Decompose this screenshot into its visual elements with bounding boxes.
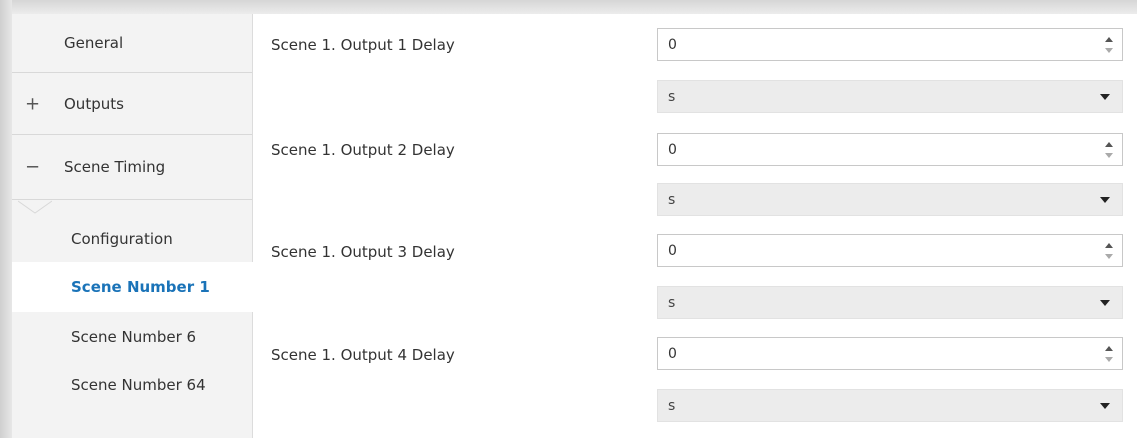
chevron-down-icon — [1100, 300, 1110, 306]
delay-value: 0 — [668, 345, 677, 362]
sidebar-item-scene-timing[interactable]: − Scene Timing — [12, 135, 252, 200]
row-label: Scene 1. Output 2 Delay — [271, 141, 455, 159]
spinner-icon[interactable] — [1104, 240, 1114, 262]
unit-select[interactable]: s — [657, 389, 1123, 422]
delay-input[interactable]: 0 — [657, 28, 1123, 61]
collapse-icon[interactable]: − — [25, 157, 40, 178]
unit-value: s — [668, 397, 676, 414]
sidebar-subitem-scene-number-6[interactable]: Scene Number 6 — [12, 312, 252, 362]
delay-value: 0 — [668, 141, 677, 158]
submenu-notch-icon — [18, 200, 52, 214]
sidebar: General + Outputs − Scene Timing Configu… — [12, 14, 253, 438]
row-label: Scene 1. Output 4 Delay — [271, 346, 455, 364]
row-label: Scene 1. Output 3 Delay — [271, 243, 455, 261]
expand-icon[interactable]: + — [25, 93, 40, 114]
spinner-icon[interactable] — [1104, 343, 1114, 365]
window: General + Outputs − Scene Timing Configu… — [0, 0, 1137, 438]
chevron-down-icon — [1100, 197, 1110, 203]
delay-value: 0 — [668, 242, 677, 259]
row-label: Scene 1. Output 1 Delay — [271, 36, 455, 54]
sidebar-subitem-scene-number-64[interactable]: Scene Number 64 — [12, 360, 252, 410]
top-border — [0, 0, 1137, 14]
sidebar-item-label: Outputs — [64, 94, 124, 113]
sidebar-subitem-configuration[interactable]: Configuration — [12, 214, 252, 264]
spinner-icon[interactable] — [1104, 34, 1114, 56]
delay-input[interactable]: 0 — [657, 133, 1123, 166]
sidebar-subitem-scene-number-1[interactable]: Scene Number 1 — [12, 262, 253, 312]
sidebar-item-label: Scene Timing — [64, 158, 166, 176]
unit-select[interactable]: s — [657, 183, 1123, 216]
left-border — [0, 0, 12, 438]
spinner-icon[interactable] — [1104, 139, 1114, 161]
parameters-panel: Scene 1. Output 1 Delay 0 s Scene 1. Out… — [253, 14, 1137, 438]
delay-input[interactable]: 0 — [657, 337, 1123, 370]
sidebar-subitem-label: Scene Number 64 — [71, 376, 206, 394]
chevron-down-icon — [1100, 403, 1110, 409]
unit-value: s — [668, 294, 676, 311]
delay-input[interactable]: 0 — [657, 234, 1123, 267]
delay-value: 0 — [668, 36, 677, 53]
chevron-down-icon — [1100, 94, 1110, 100]
unit-value: s — [668, 88, 676, 105]
sidebar-item-outputs[interactable]: + Outputs — [12, 73, 252, 135]
unit-select[interactable]: s — [657, 286, 1123, 319]
sidebar-item-general[interactable]: General — [12, 14, 252, 73]
sidebar-subitem-label: Scene Number 6 — [71, 328, 197, 346]
unit-value: s — [668, 191, 676, 208]
sidebar-item-label: General — [64, 34, 124, 52]
sidebar-subitem-label: Scene Number 1 — [71, 278, 210, 296]
sidebar-subitem-label: Configuration — [71, 230, 173, 248]
unit-select[interactable]: s — [657, 80, 1123, 113]
